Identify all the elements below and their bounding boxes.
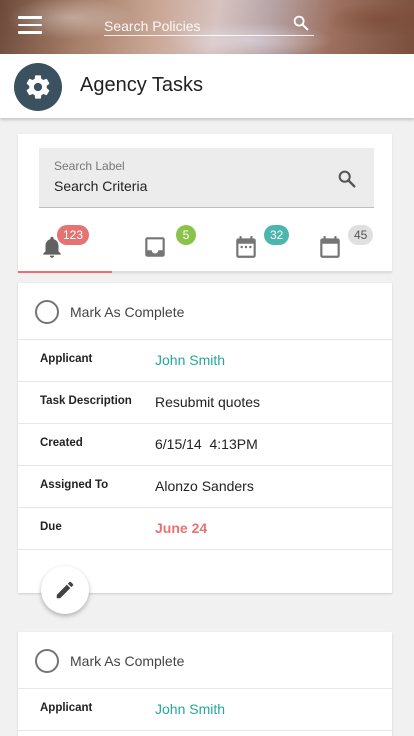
assigned-to-row: Assigned To Alonzo Sanders [18,466,392,508]
page-title-bar: Agency Tasks [0,54,414,118]
mark-complete-radio[interactable] [35,300,59,324]
policy-search-box [104,12,314,36]
task-search-card: Search Label Search Criteria 123 5 32 45 [18,134,394,273]
notifications-count-badge: 123 [57,225,90,245]
created-value: 6/15/14 4:13PM [155,436,258,452]
tab-calendar-blank[interactable]: 45 [300,222,394,272]
task-description-row: Task Description Resubmit quotes [18,382,392,424]
applicant-row: Applicant John Smith [18,689,392,731]
created-label: Created [40,437,83,449]
applicant-link[interactable]: John Smith [155,352,225,368]
applicant-label: Applicant [40,353,93,365]
calendar-blank-icon [320,236,340,258]
mark-complete-label: Mark As Complete [70,304,185,320]
tab-inbox[interactable]: 5 [112,222,206,272]
calendar-blank-count-badge: 45 [348,225,374,245]
search-icon[interactable] [292,14,310,32]
inbox-icon [145,237,165,257]
mark-complete-radio[interactable] [35,649,59,673]
applicant-link[interactable]: John Smith [155,701,225,717]
hamburger-menu-icon[interactable] [18,16,42,36]
due-value: June 24 [155,520,208,536]
mark-complete-label: Mark As Complete [70,653,185,669]
applicant-label: Applicant [40,702,93,714]
page-title: Agency Tasks [80,74,204,96]
calendar-count-badge: 32 [264,225,290,245]
mark-complete-row[interactable]: Mark As Complete [18,283,392,340]
search-icon[interactable] [336,168,358,190]
pencil-icon [56,581,74,599]
tab-calendar[interactable]: 32 [206,222,300,272]
mark-complete-row[interactable]: Mark As Complete [18,632,392,689]
search-criteria-value[interactable]: Search Criteria [54,178,147,194]
assigned-to-value: Alonzo Sanders [155,478,254,494]
assigned-to-label: Assigned To [40,479,109,491]
created-row: Created 6/15/14 4:13PM [18,424,392,466]
tab-notifications[interactable]: 123 [18,222,112,273]
due-row: Due June 24 [18,508,392,550]
inbox-count-badge: 5 [176,225,196,245]
edit-task-button[interactable] [41,566,89,614]
calendar-icon [236,236,256,258]
gear-icon [14,63,62,111]
task-card: Mark As Complete Applicant John Smith Ta… [18,283,392,614]
task-card: Mark As Complete Applicant John Smith [18,632,392,736]
task-description-label: Task Description [40,395,132,407]
active-tab-indicator [18,271,112,273]
policy-search-input[interactable] [104,12,284,36]
task-filter-tabs: 123 5 32 45 [18,222,394,273]
task-description-value: Resubmit quotes [155,394,261,410]
search-criteria-label: Search Label [54,159,125,173]
applicant-row: Applicant John Smith [18,340,392,382]
search-criteria-field[interactable]: Search Label Search Criteria [39,148,374,208]
due-label: Due [40,521,62,533]
header-bar [0,0,414,54]
